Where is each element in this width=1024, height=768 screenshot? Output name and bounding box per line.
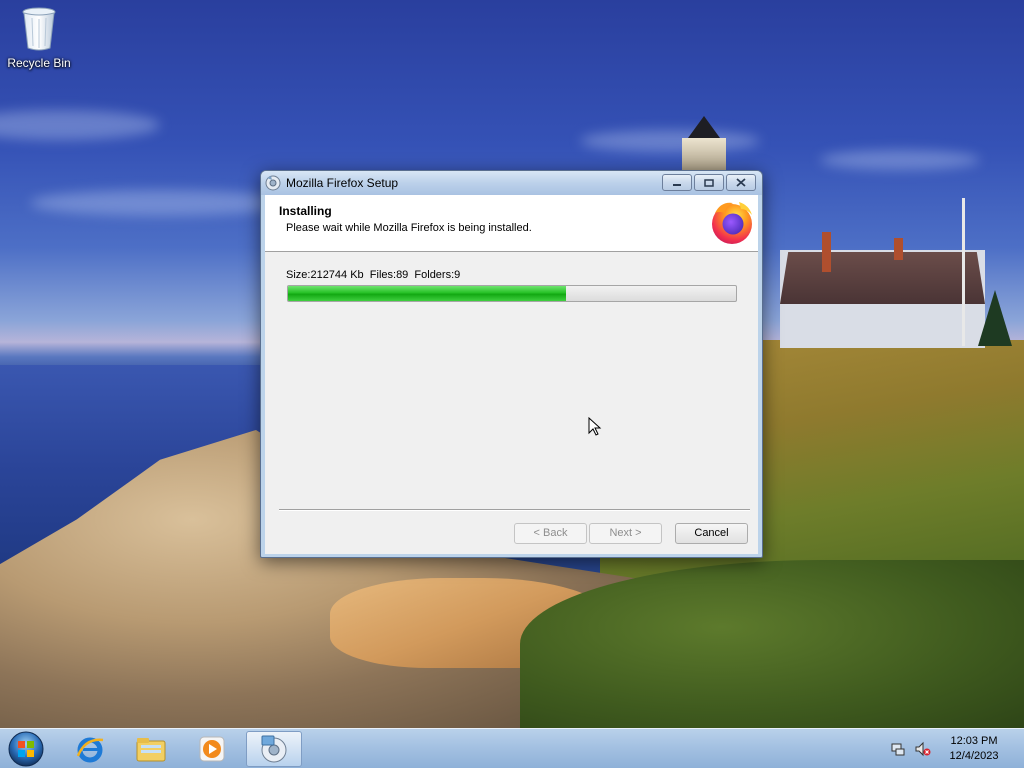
desktop-icon-recycle-bin[interactable]: Recycle Bin [4,6,74,70]
clock-time: 12:03 PM [950,735,998,747]
cloud [580,130,760,152]
taskbar-internet-explorer[interactable] [62,731,118,767]
install-progress-bar [287,285,737,302]
network-icon[interactable] [890,741,906,757]
cloud [0,110,160,140]
volume-muted-icon[interactable] [915,741,931,757]
mouse-cursor-icon [588,416,602,437]
maximize-button[interactable] [694,174,724,191]
firefox-setup-window: Mozilla Firefox Setup Installing Please … [260,170,763,558]
house-roof [780,252,985,304]
header-subtitle: Please wait while Mozilla Firefox is bei… [286,222,532,234]
close-button[interactable] [726,174,756,191]
recycle-bin-icon [21,6,57,52]
button-separator [279,509,750,511]
desktop-icon-label: Recycle Bin [7,56,71,70]
back-button[interactable]: < Back [514,523,587,544]
taskbar-media-player[interactable] [184,731,240,767]
start-orb-icon [8,731,44,767]
system-clock[interactable]: 12:03 PM 12/4/2023 [938,734,1010,764]
window-client-area: Installing Please wait while Mozilla Fir… [265,195,758,554]
file-explorer-icon [136,738,166,762]
header-title: Installing [279,204,332,218]
cloud [820,150,980,170]
maximize-icon [704,178,714,187]
start-button[interactable] [6,730,46,768]
cancel-button[interactable]: Cancel [675,523,748,544]
installer-header: Installing Please wait while Mozilla Fir… [265,195,758,252]
media-player-icon [199,736,225,762]
minimize-icon [673,183,681,186]
installer-icon [265,175,281,191]
internet-explorer-icon [76,737,104,763]
close-icon [736,178,746,187]
progress-fill [288,286,566,301]
install-status-text: Size:212744 Kb Files:89 Folders:9 [286,269,461,281]
taskbar-firefox-setup[interactable] [246,731,302,767]
firefox-logo-icon [709,199,755,245]
cloud [30,190,290,216]
clock-date: 12/4/2023 [949,750,999,762]
firefox-setup-icon [261,735,287,763]
chimney [894,238,903,260]
flag-pole [962,198,965,346]
taskbar-file-explorer[interactable] [123,731,179,767]
window-title: Mozilla Firefox Setup [286,176,399,190]
minimize-button[interactable] [662,174,692,191]
lighthouse [678,108,730,172]
next-button[interactable]: Next > [589,523,662,544]
chimney [822,232,831,272]
window-titlebar[interactable]: Mozilla Firefox Setup [261,171,762,195]
taskbar: 12:03 PM 12/4/2023 [0,728,1024,768]
